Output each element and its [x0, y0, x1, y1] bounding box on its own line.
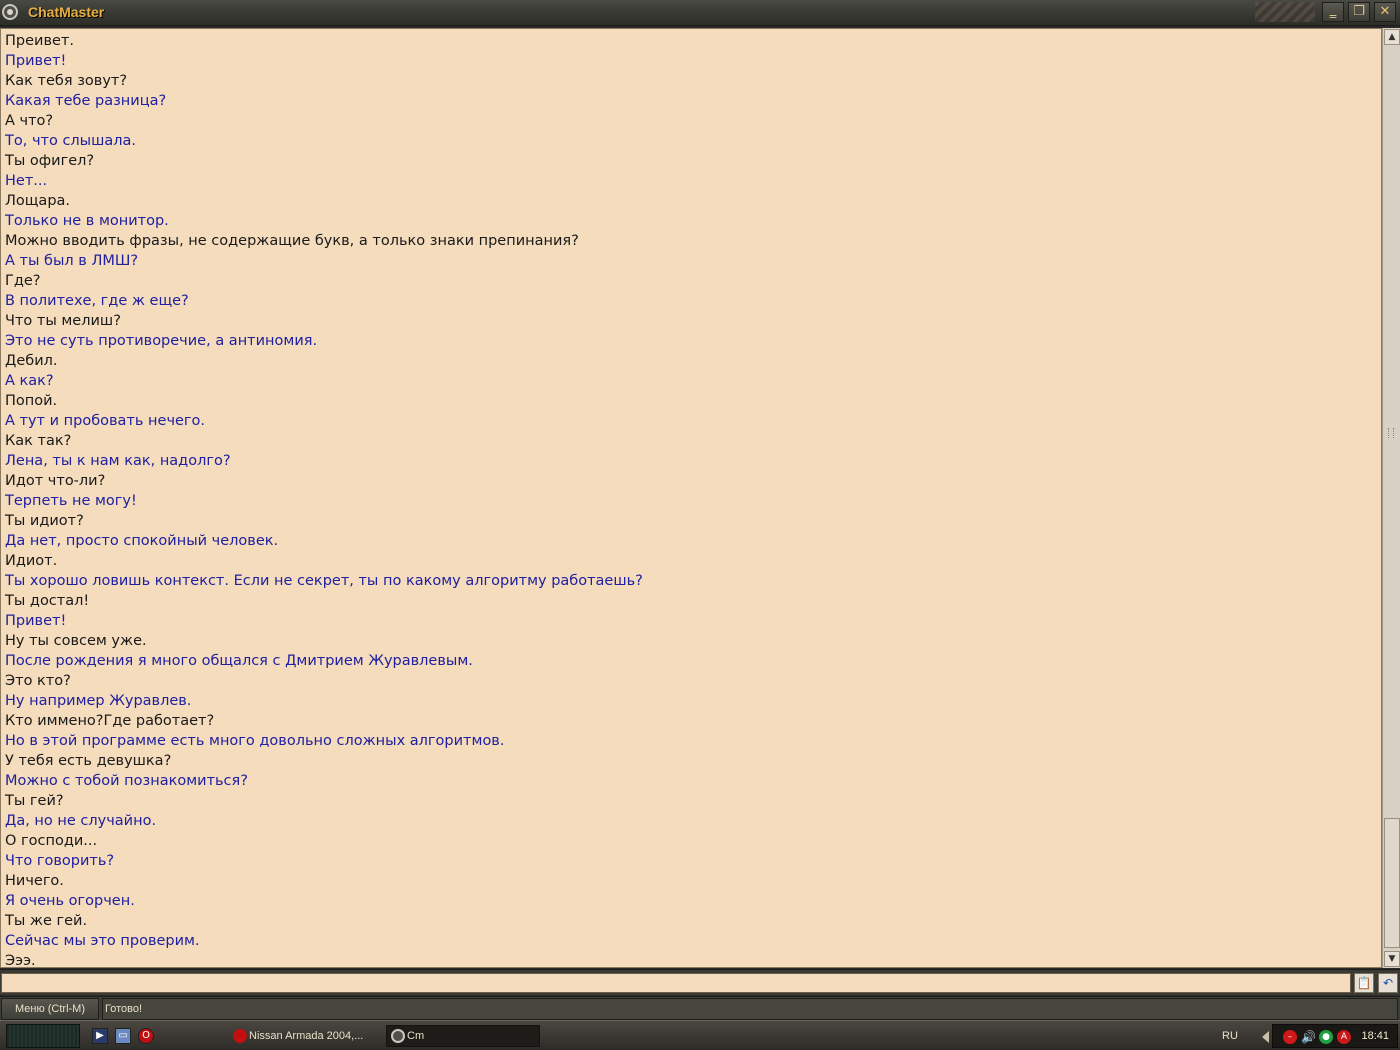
bot-message: Нет...: [5, 173, 48, 189]
bot-message: Только не в монитор.: [5, 213, 169, 229]
titlebar-decoration: [1255, 2, 1315, 22]
quick-launch-opera-icon[interactable]: O: [138, 1028, 154, 1044]
user-message: Где?: [5, 273, 41, 289]
input-row: 📋 ↶: [0, 969, 1400, 995]
stop-icon[interactable]: –: [1283, 1030, 1297, 1044]
bot-message: Но в этой программе есть много довольно …: [5, 733, 505, 749]
start-button[interactable]: [6, 1024, 80, 1048]
antivirus-icon[interactable]: A: [1337, 1030, 1351, 1044]
user-message: Ты офигел?: [5, 153, 95, 169]
title-bar: ChatMaster ‗ ❐ ✕: [0, 0, 1400, 26]
taskbar: ▶ ▭ O Nissan Armada 2004,... Cm RU – 🔊 ●…: [0, 1020, 1400, 1050]
taskbar-item-chatmaster[interactable]: Cm: [386, 1025, 540, 1047]
user-message: Ничего.: [5, 873, 64, 889]
user-message: Ты гей?: [5, 793, 64, 809]
bot-message: Да нет, просто спокойный человек.: [5, 533, 279, 549]
quick-launch-desktop-icon[interactable]: ▭: [115, 1028, 131, 1044]
system-tray: – 🔊 ● A 18:41: [1272, 1024, 1398, 1048]
clock: 18:41: [1361, 1030, 1389, 1042]
volume-icon[interactable]: 🔊: [1301, 1030, 1316, 1044]
minimize-button[interactable]: ‗: [1322, 2, 1344, 22]
menu-button[interactable]: Меню (Ctrl-M): [1, 998, 99, 1020]
user-message: Лощара.: [5, 193, 71, 209]
bot-message: Ты хорошо ловишь контекст. Если не секре…: [5, 573, 643, 589]
bot-message: Привет!: [5, 613, 67, 629]
chat-scrollbar[interactable]: ▲ ▼: [1382, 28, 1400, 968]
status-bar: Меню (Ctrl-M) Готово!: [0, 996, 1400, 1020]
message-input[interactable]: [1, 973, 1351, 993]
bot-message: Можно с тобой познакомиться?: [5, 773, 248, 789]
language-indicator[interactable]: RU: [1222, 1030, 1238, 1042]
scroll-down-arrow-icon[interactable]: ▼: [1384, 951, 1400, 967]
paste-icon[interactable]: 📋: [1354, 973, 1374, 993]
maximize-button[interactable]: ❐: [1348, 2, 1370, 22]
bot-message: Что говорить?: [5, 853, 115, 869]
bot-message: Ну например Журавлев.: [5, 693, 192, 709]
user-message: О господи...: [5, 833, 98, 849]
user-message: Как тебя зовут?: [5, 73, 128, 89]
undo-icon[interactable]: ↶: [1378, 973, 1398, 993]
user-message: У тебя есть девушка?: [5, 753, 172, 769]
scroll-thumb[interactable]: [1384, 818, 1400, 948]
scroll-up-arrow-icon[interactable]: ▲: [1384, 29, 1400, 45]
user-message: Ты же гей.: [5, 913, 88, 929]
bot-message: Какая тебе разница?: [5, 93, 167, 109]
user-message: Что ты мелиш?: [5, 313, 121, 329]
bot-message: В политехе, где ж еще?: [5, 293, 189, 309]
user-message: Эээ.: [5, 953, 36, 968]
user-message: Преивет.: [5, 33, 74, 49]
bot-message: Да, но не случайно.: [5, 813, 157, 829]
user-message: А что?: [5, 113, 54, 129]
close-button[interactable]: ✕: [1374, 2, 1396, 22]
user-message: Дебил.: [5, 353, 58, 369]
bot-message: Это не суть противоречие, а антиномия.: [5, 333, 318, 349]
chatmaster-app-icon[interactable]: [2, 4, 18, 20]
bot-message: А как?: [5, 373, 54, 389]
status-text: Готово!: [102, 998, 1398, 1020]
bot-message: После рождения я много общался с Дмитрие…: [5, 653, 473, 669]
bot-message: Я очень огорчен.: [5, 893, 135, 909]
tray-expand-arrow-icon[interactable]: [1262, 1031, 1269, 1043]
user-message: Ты достал!: [5, 593, 90, 609]
network-icon[interactable]: ●: [1319, 1030, 1333, 1044]
bot-message: А тут и пробовать нечего.: [5, 413, 206, 429]
taskbar-item-browser[interactable]: Nissan Armada 2004,...: [228, 1025, 376, 1047]
taskbar-item-label: Nissan Armada 2004,...: [249, 1030, 364, 1042]
taskbar-item-label: Cm: [407, 1030, 425, 1042]
user-message: Идиот.: [5, 553, 58, 569]
user-message: Это кто?: [5, 673, 71, 689]
chat-log[interactable]: Преивет. Привет! Как тебя зовут? Какая тебе…: [0, 28, 1382, 968]
user-message: Ну ты совсем уже.: [5, 633, 147, 649]
user-message: Попой.: [5, 393, 58, 409]
bot-message: То, что слышала.: [5, 133, 137, 149]
bot-message: Сейчас мы это проверим.: [5, 933, 200, 949]
user-message: Ты идиот?: [5, 513, 84, 529]
bot-message: Лена, ты к нам как, надолго?: [5, 453, 231, 469]
user-message: Идот что-ли?: [5, 473, 106, 489]
opera-icon: [233, 1029, 247, 1043]
chatmaster-icon: [391, 1029, 405, 1043]
bot-message: Привет!: [5, 53, 67, 69]
bot-message: Терпеть не могу!: [5, 493, 137, 509]
window-title: ChatMaster: [28, 4, 105, 20]
user-message: Кто иммено?Где работает?: [5, 713, 215, 729]
user-message: Как так?: [5, 433, 72, 449]
bot-message: А ты был в ЛМШ?: [5, 253, 139, 269]
quick-launch-terminal-icon[interactable]: ▶: [92, 1028, 108, 1044]
scroll-grip-icon: [1388, 428, 1394, 438]
user-message: Можно вводить фразы, не содержащие букв,…: [5, 233, 579, 249]
